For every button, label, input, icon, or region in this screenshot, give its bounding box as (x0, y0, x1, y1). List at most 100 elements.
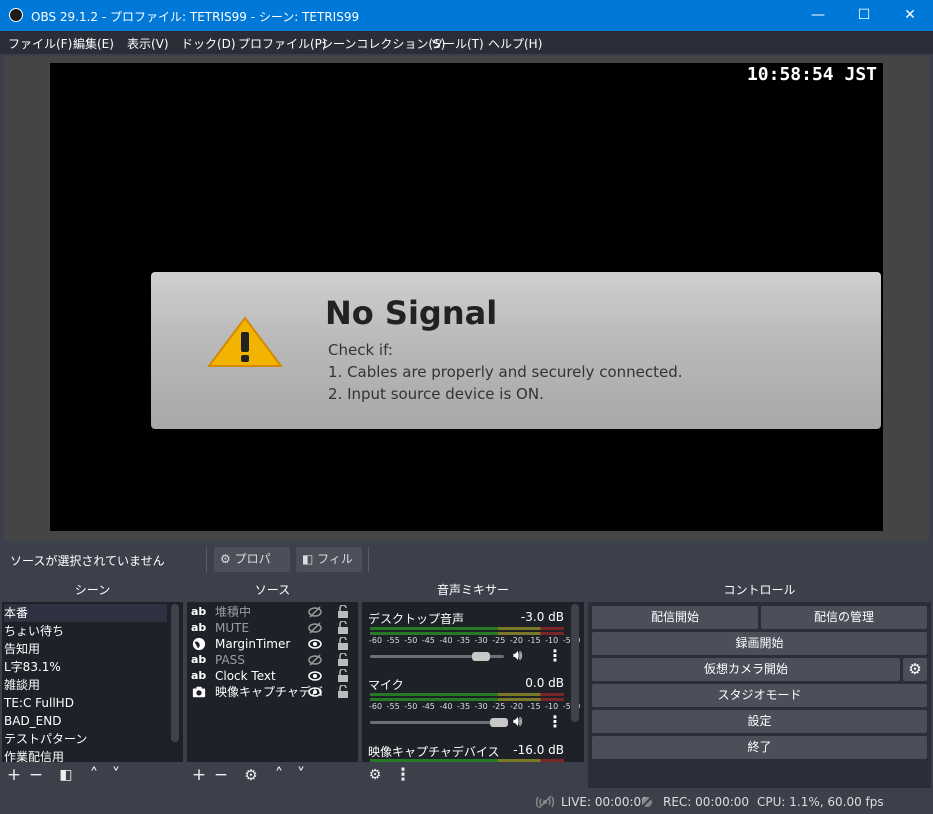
no-signal-line: 1. Cables are properly and securely conn… (328, 363, 683, 381)
scene-item[interactable]: TE:C FullHD (4, 694, 74, 712)
mixer-channel-db: -3.0 dB (520, 610, 564, 624)
menu-profile[interactable]: プロファイル(P) (238, 35, 327, 52)
sources-dock: ソース ab 堆積中 ab MUTE MarginTimer ab PASS a… (187, 578, 358, 788)
source-row[interactable]: ab 堆積中 (191, 604, 356, 620)
scenes-header: シーン (2, 578, 183, 602)
eye-icon[interactable] (308, 637, 322, 651)
eye-icon[interactable] (308, 685, 322, 699)
menu-help[interactable]: ヘルプ(H) (488, 35, 542, 52)
settings-button[interactable]: 設定 (592, 710, 927, 733)
no-source-label: ソースが選択されていません (10, 554, 165, 568)
scenes-dock: シーン 本番 ちょい待ち 告知用 L字83.1% 雑談用 TE:C FullHD… (2, 578, 183, 788)
virtual-camera-settings-gear-icon[interactable]: ⚙ (903, 658, 927, 681)
source-row[interactable]: ab MUTE (191, 620, 356, 636)
unlock-icon[interactable] (337, 653, 349, 667)
scene-item[interactable]: BAD_END (4, 712, 61, 730)
volume-slider[interactable] (370, 721, 504, 724)
menu-edit[interactable]: 編集(E) (73, 35, 114, 52)
unlock-icon[interactable] (337, 669, 349, 683)
volume-slider-knob[interactable] (490, 718, 508, 727)
move-down-icon[interactable]: ˅ (291, 765, 311, 785)
start-streaming-button[interactable]: 配信開始 (592, 606, 758, 629)
scene-item[interactable]: 本番 (4, 604, 167, 622)
unlock-icon[interactable] (337, 621, 349, 635)
more-menu-icon[interactable]: ⋮ (547, 646, 563, 665)
speaker-icon[interactable]: 🔊︎ (513, 712, 522, 730)
scene-item[interactable]: ちょい待ち (4, 622, 64, 640)
menu-scene-collection[interactable]: シーンコレクション(S) (321, 35, 445, 52)
move-up-icon[interactable]: ˄ (84, 765, 104, 785)
scenes-scrollbar[interactable] (171, 604, 179, 742)
source-row[interactable]: ab Clock Text (191, 668, 356, 684)
mixer-scrollbar[interactable] (571, 604, 579, 722)
source-row[interactable]: MarginTimer (191, 636, 356, 652)
more-menu-icon[interactable]: ⋮ (393, 765, 413, 785)
unlock-icon[interactable] (337, 685, 349, 699)
rec-status-icon (640, 795, 654, 809)
move-down-icon[interactable]: ˅ (106, 765, 126, 785)
advanced-audio-gear-icon[interactable]: ⚙ (365, 765, 385, 785)
unlock-icon[interactable] (337, 637, 349, 651)
cpu-fps-status: CPU: 1.1%, 60.00 fps (757, 795, 884, 809)
rec-timer: REC: 00:00:00 (663, 795, 750, 809)
scene-item[interactable]: テストパターン (4, 730, 87, 748)
remove-icon[interactable]: − (26, 765, 46, 785)
clock-text: 10:58:54 JST (746, 64, 877, 85)
preview-canvas[interactable]: No Signal Check if: 1. Cables are proper… (50, 63, 883, 531)
add-icon[interactable]: + (4, 765, 24, 785)
obs-logo-icon (9, 8, 23, 22)
scene-item[interactable]: L字83.1% (4, 658, 61, 676)
no-signal-title: No Signal (325, 294, 498, 332)
filters-button[interactable]: ◧ フィルタ (296, 547, 362, 591)
menu-file[interactable]: ファイル(F) (8, 35, 72, 52)
no-signal-panel: No Signal Check if: 1. Cables are proper… (151, 272, 881, 429)
close-button[interactable]: ✕ (887, 0, 933, 31)
mixer-channel-db: -16.0 dB (513, 743, 564, 757)
camera-icon (192, 686, 206, 698)
add-icon[interactable]: + (189, 765, 209, 785)
scenes-toolbar: + − ◧ ˄ ˅ (2, 762, 183, 788)
sources-list[interactable]: ab 堆積中 ab MUTE MarginTimer ab PASS ab Cl… (187, 602, 358, 762)
manage-broadcast-button[interactable]: 配信の管理 (761, 606, 927, 629)
gear-icon[interactable]: ⚙ (241, 765, 261, 785)
minimize-button[interactable]: — (795, 0, 841, 31)
exit-button[interactable]: 終了 (592, 736, 927, 759)
filter-icon[interactable]: ◧ (56, 765, 76, 785)
title-bar[interactable]: OBS 29.1.2 - プロファイル: TETRIS99 - シーン: TET… (0, 0, 933, 31)
hidden-eye-icon[interactable] (308, 621, 322, 635)
unlock-icon[interactable] (337, 605, 349, 619)
meter-scale: -60 -55 -50 -45 -40 -35 -30 -25 -20 -15 … (369, 702, 581, 711)
mixer-dock: 音声ミキサー デスクトップ音声 -3.0 dB -60 -55 -50 -45 … (362, 578, 584, 788)
start-virtual-camera-button[interactable]: 仮想カメラ開始 (592, 658, 900, 681)
globe-icon (192, 637, 206, 651)
move-up-icon[interactable]: ˄ (269, 765, 289, 785)
status-bar: LIVE: 00:00:00 REC: 00:00:00 CPU: 1.1%, … (0, 790, 933, 814)
speaker-icon[interactable]: 🔊︎ (513, 646, 522, 664)
menu-tools[interactable]: ツール(T) (431, 35, 484, 52)
hidden-eye-icon[interactable] (308, 605, 322, 619)
more-menu-icon[interactable]: ⋮ (547, 712, 563, 731)
menu-view[interactable]: 表示(V) (127, 35, 169, 52)
maximize-button[interactable]: ☐ (841, 0, 887, 31)
scene-item[interactable]: 告知用 (4, 640, 40, 658)
volume-slider-knob[interactable] (472, 652, 490, 661)
hidden-eye-icon[interactable] (308, 653, 322, 667)
no-signal-line: Check if: (328, 341, 393, 359)
source-name: 映像キャプチャデバ (215, 685, 323, 699)
source-row[interactable]: ab PASS (191, 652, 356, 668)
scenes-list[interactable]: 本番 ちょい待ち 告知用 L字83.1% 雑談用 TE:C FullHD BAD… (2, 602, 183, 764)
source-row[interactable]: 映像キャプチャデバ (191, 684, 356, 700)
mixer-list: デスクトップ音声 -3.0 dB -60 -55 -50 -45 -40 -35… (362, 602, 584, 762)
eye-icon[interactable] (308, 669, 322, 683)
properties-button[interactable]: ⚙ プロパティ (214, 547, 290, 591)
mixer-toolbar: ⚙ ⋮ (362, 762, 584, 788)
live-signal-icon (536, 795, 554, 809)
menu-bar: ファイル(F) 編集(E) 表示(V) ドック(D) プロファイル(P) シーン… (0, 31, 933, 54)
studio-mode-button[interactable]: スタジオモード (592, 684, 927, 707)
remove-icon[interactable]: − (211, 765, 231, 785)
start-recording-button[interactable]: 録画開始 (592, 632, 927, 655)
gear-icon: ⚙ (220, 552, 231, 566)
source-name: MUTE (215, 621, 250, 635)
scene-item[interactable]: 雑談用 (4, 676, 40, 694)
menu-dock[interactable]: ドック(D) (181, 35, 236, 52)
